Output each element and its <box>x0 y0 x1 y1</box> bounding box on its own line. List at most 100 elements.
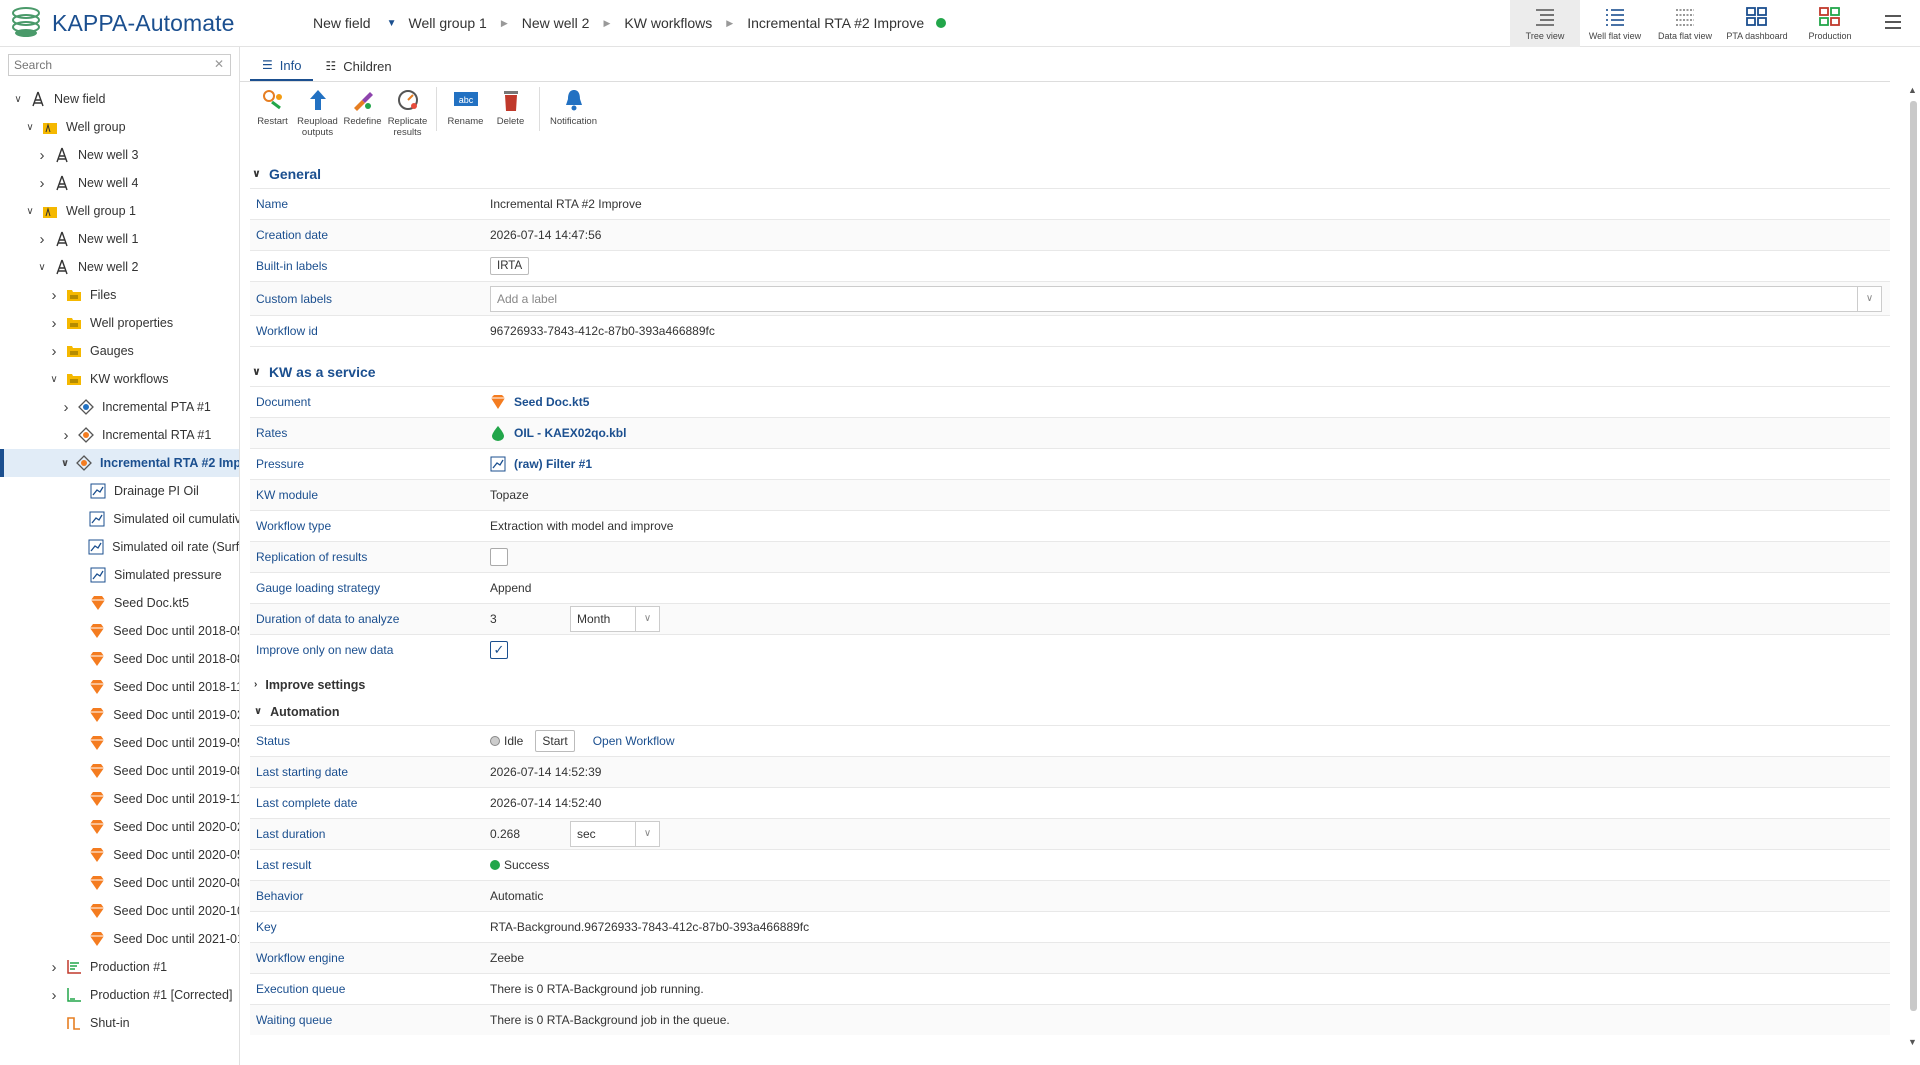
tree-view-button[interactable]: Tree view <box>1510 0 1580 47</box>
restart-button[interactable]: Restart <box>250 87 295 145</box>
behavior-value: Automatic <box>490 889 544 903</box>
tree-node[interactable]: Simulated pressure <box>0 561 239 589</box>
general-section-header[interactable]: ∨ General <box>250 159 1890 188</box>
breadcrumb-item[interactable]: Incremental RTA #2 Improve <box>747 15 924 31</box>
chevron-right-icon[interactable]: › <box>36 231 48 248</box>
tree-node[interactable]: › Well properties <box>0 309 239 337</box>
notification-button[interactable]: Notification <box>546 87 601 145</box>
redefine-button[interactable]: Redefine <box>340 87 385 145</box>
chevron-down-icon[interactable]: ∨ <box>24 122 36 133</box>
chevron-down-icon[interactable]: ∨ <box>1857 286 1881 311</box>
tree-node[interactable]: Seed Doc until 2018-11- <box>0 673 239 701</box>
tree-node[interactable]: ∨ Incremental RTA #2 Improve <box>0 449 239 477</box>
rename-button[interactable]: abc Rename <box>443 87 488 145</box>
replication-checkbox[interactable] <box>490 548 508 566</box>
scroll-down-icon[interactable]: ▼ <box>1908 1037 1917 1047</box>
field-label: Name <box>256 197 289 211</box>
tree-node[interactable]: ∨ New well 2 <box>0 253 239 281</box>
tree-node[interactable]: ∨ KW workflows <box>0 365 239 393</box>
tree-node[interactable]: › New well 1 <box>0 225 239 253</box>
delete-button[interactable]: Delete <box>488 87 533 145</box>
tree-node[interactable]: Seed Doc until 2018-05- <box>0 617 239 645</box>
name-value[interactable]: Incremental RTA #2 Improve <box>490 197 1890 211</box>
chevron-down-icon[interactable]: ∨ <box>24 206 36 217</box>
chevron-down-icon[interactable]: ∨ <box>48 374 60 385</box>
chevron-right-icon[interactable]: › <box>48 287 60 304</box>
tree-view-icon <box>1536 9 1554 26</box>
well-flat-view-button[interactable]: Well flat view <box>1580 0 1650 47</box>
field-label: Execution queue <box>256 982 346 996</box>
breadcrumb-item[interactable]: New well 2 <box>522 15 590 31</box>
duration-input[interactable]: 3 <box>490 612 570 626</box>
tree-node[interactable]: Simulated oil rate (Surface) <box>0 533 239 561</box>
tree-node[interactable]: › Production #1 <box>0 953 239 981</box>
tree-node[interactable]: ∨ Well group 1 <box>0 197 239 225</box>
tree-node[interactable]: Seed Doc until 2020-10- <box>0 897 239 925</box>
open-workflow-link[interactable]: Open Workflow <box>593 734 675 748</box>
tree-node[interactable]: Drainage PI Oil <box>0 477 239 505</box>
tree-node[interactable]: Seed Doc until 2018-08- <box>0 645 239 673</box>
tree-node[interactable]: ∨ New field <box>0 85 239 113</box>
last-duration-unit-select[interactable]: sec ∨ <box>570 821 660 847</box>
top-bar: KAPPA-Automate New field ▼ Well group 1 … <box>0 0 1920 47</box>
chevron-down-icon[interactable]: ∨ <box>36 262 48 273</box>
chevron-right-icon[interactable]: › <box>60 427 72 444</box>
tree-node[interactable]: Seed Doc until 2019-05- <box>0 729 239 757</box>
tree-node[interactable]: › New well 4 <box>0 169 239 197</box>
tree-node[interactable]: ∨ Well group <box>0 113 239 141</box>
breadcrumb-item[interactable]: Well group 1 <box>409 15 487 31</box>
chevron-down-icon[interactable]: ∨ <box>12 94 24 105</box>
tree-node[interactable]: › Incremental PTA #1 <box>0 393 239 421</box>
breadcrumb-item[interactable]: New field <box>313 15 371 31</box>
start-button[interactable]: Start <box>535 730 575 752</box>
tree-node[interactable]: › New well 3 <box>0 141 239 169</box>
tree-node[interactable]: › Files <box>0 281 239 309</box>
replicate-results-button[interactable]: Replicate results <box>385 87 430 145</box>
tree-node[interactable]: Simulated oil cumulative <box>0 505 239 533</box>
breadcrumb-item[interactable]: KW workflows <box>624 15 712 31</box>
custom-labels-input[interactable]: Add a label ∨ <box>490 285 1882 312</box>
reupload-outputs-button[interactable]: Reupload outputs <box>295 87 340 145</box>
vertical-scrollbar[interactable]: ▲ ▼ <box>1906 85 1920 1047</box>
improve-settings-header[interactable]: › Improve settings <box>250 671 1890 698</box>
tree-node[interactable]: Seed Doc until 2020-08- <box>0 869 239 897</box>
chevron-right-icon[interactable]: › <box>60 399 72 416</box>
pta-dashboard-button[interactable]: PTA dashboard <box>1722 0 1792 47</box>
chevron-right-icon[interactable]: › <box>48 315 60 332</box>
tree-node[interactable]: Seed Doc until 2019-11- <box>0 785 239 813</box>
search-input[interactable] <box>8 54 231 76</box>
chevron-right-icon[interactable]: › <box>48 343 60 360</box>
chevron-down-icon[interactable]: ∨ <box>60 458 70 469</box>
chevron-right-icon[interactable]: › <box>48 959 60 976</box>
document-link[interactable]: Seed Doc.kt5 <box>514 395 589 409</box>
tree-node[interactable]: Seed Doc until 2021-01- <box>0 925 239 953</box>
tree-node[interactable]: › Production #1 [Corrected] <box>0 981 239 1009</box>
tree-node[interactable]: Seed Doc until 2019-08- <box>0 757 239 785</box>
duration-unit-select[interactable]: Month ∨ <box>570 606 660 632</box>
automation-header[interactable]: ∨ Automation <box>250 698 1890 725</box>
chevron-right-icon[interactable]: › <box>36 175 48 192</box>
rates-link[interactable]: OIL - KAEX02qo.kbl <box>514 426 626 440</box>
kw-service-section-header[interactable]: ∨ KW as a service <box>250 357 1890 386</box>
tree-node[interactable]: Seed Doc until 2019-02- <box>0 701 239 729</box>
kt5-document-icon <box>90 624 105 638</box>
scrollbar-thumb[interactable] <box>1910 101 1917 1011</box>
tab-info[interactable]: ☰ Info <box>250 51 314 81</box>
chevron-right-icon[interactable]: › <box>36 147 48 164</box>
pressure-link[interactable]: (raw) Filter #1 <box>514 457 592 471</box>
caret-down-icon[interactable]: ▼ <box>387 18 397 29</box>
scroll-up-icon[interactable]: ▲ <box>1908 85 1917 95</box>
tree-node[interactable]: › Incremental RTA #1 <box>0 421 239 449</box>
data-flat-view-button[interactable]: Data flat view <box>1650 0 1720 47</box>
tree-node[interactable]: Seed Doc until 2020-05- <box>0 841 239 869</box>
hamburger-menu-icon[interactable] <box>1884 14 1902 30</box>
production-button[interactable]: Production <box>1795 0 1865 47</box>
clear-icon[interactable]: ✕ <box>214 57 224 71</box>
tree-node[interactable]: Seed Doc.kt5 <box>0 589 239 617</box>
tree-node[interactable]: Seed Doc until 2020-02- <box>0 813 239 841</box>
chevron-right-icon[interactable]: › <box>48 987 60 1004</box>
tab-children[interactable]: ☷ Children <box>313 51 403 81</box>
tree-node[interactable]: Shut-in <box>0 1009 239 1037</box>
tree-node[interactable]: › Gauges <box>0 337 239 365</box>
improve-only-checkbox[interactable]: ✓ <box>490 641 508 659</box>
